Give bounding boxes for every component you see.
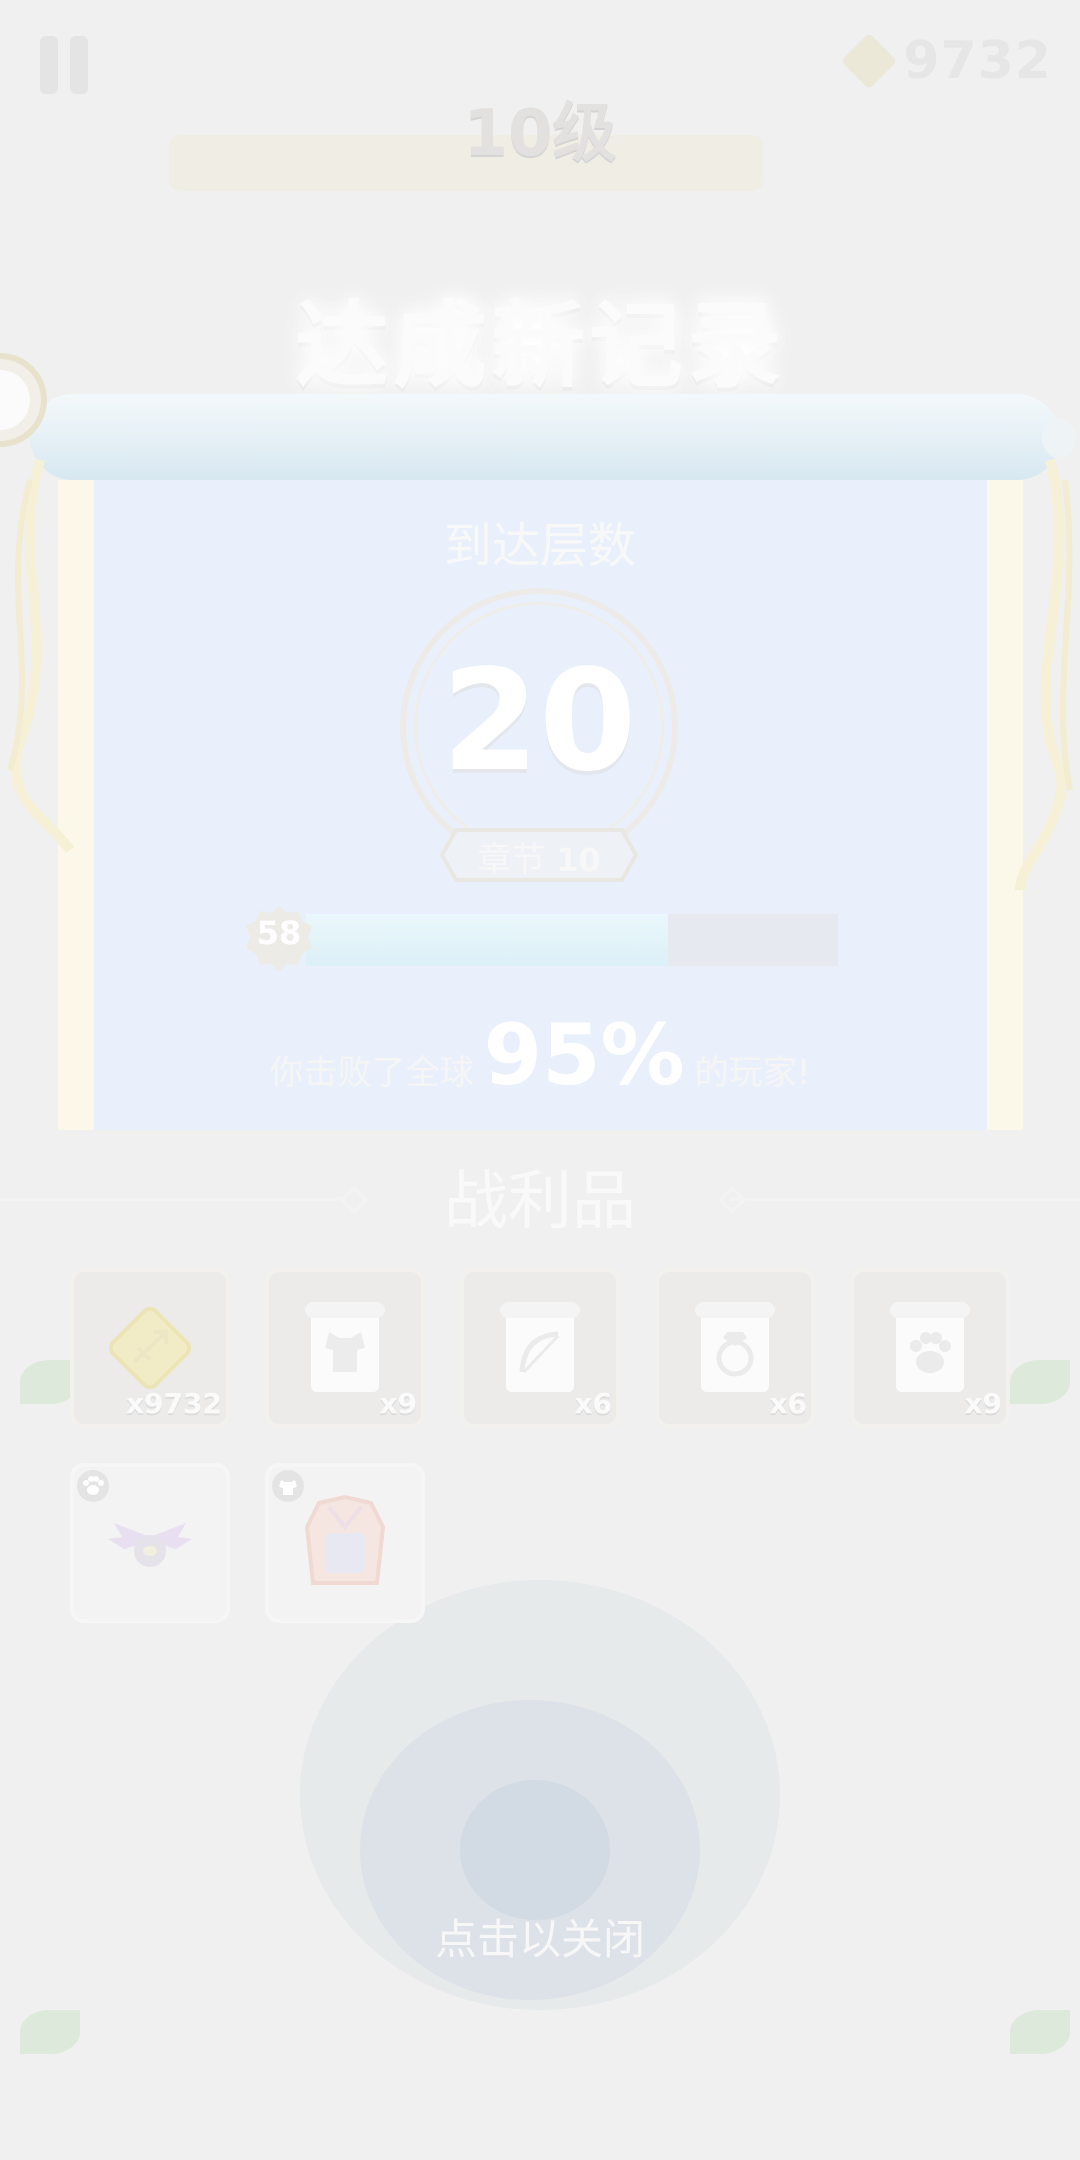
loot-item-ring-scroll[interactable]: x6	[655, 1268, 815, 1428]
loot-quantity: x9	[379, 1387, 417, 1420]
xp-progress-bar	[306, 914, 838, 966]
player-level: 10级	[463, 97, 617, 171]
defeat-stat: 你击败了全球 95% 的玩家!	[0, 1000, 1080, 1128]
loot-quantity: x6	[769, 1387, 807, 1420]
leaf-decoration	[20, 2010, 80, 2054]
loot-item-paw-scroll[interactable]: x9	[850, 1268, 1010, 1428]
pause-icon-bar	[70, 36, 88, 94]
loot-item-armor-scroll[interactable]: x9	[265, 1268, 425, 1428]
rope-decoration	[7, 458, 75, 853]
loot-item-bow-scroll[interactable]: x6	[460, 1268, 620, 1428]
chapter-number: 10	[556, 841, 601, 879]
gem-icon	[840, 32, 898, 90]
xp-progress-fill	[306, 914, 668, 966]
leaf-decoration	[1010, 1360, 1070, 1404]
background-glow	[460, 1780, 610, 1920]
pause-icon	[40, 36, 58, 94]
loot-quantity: x9	[964, 1387, 1002, 1420]
loot-quantity: x6	[574, 1387, 612, 1420]
defeat-prefix: 你击败了全球	[269, 1053, 474, 1093]
tap-to-close[interactable]: 点击以关闭	[0, 1906, 1080, 1967]
new-record-title: 达成新记录	[294, 292, 785, 401]
loot-title: 战利品	[444, 1165, 636, 1239]
scroll-rod	[30, 394, 1060, 480]
game-result-screen[interactable]: 9732 10级 达成新记录 到达层数 20 章节 10 58 你击败了全球 95…	[0, 0, 1080, 2160]
loot-quantity: x9732	[126, 1387, 222, 1420]
loot-item-bat-pet[interactable]	[70, 1463, 230, 1623]
chapter-text: 章节	[477, 840, 546, 880]
loot-item-gems[interactable]: x9732	[70, 1268, 230, 1428]
floor-number: 20	[441, 640, 637, 803]
gem-counter: 9732	[840, 26, 1052, 96]
pause-button[interactable]	[40, 36, 90, 94]
bat-pet-icon	[108, 1523, 192, 1567]
reached-floor-label: 到达层数	[443, 518, 636, 574]
panda-icon	[0, 353, 47, 447]
defeat-suffix: 的玩家!	[694, 1053, 811, 1093]
chapter-label: 章节 10	[440, 832, 638, 881]
xp-level: 58	[256, 914, 302, 952]
gem-count: 9732	[903, 31, 1052, 91]
defeat-percent: 95%	[483, 1006, 685, 1104]
leaf-decoration	[1010, 2010, 1070, 2054]
cloak-armor-icon	[304, 1494, 386, 1585]
loot-item-cloak-armor[interactable]	[265, 1463, 425, 1623]
